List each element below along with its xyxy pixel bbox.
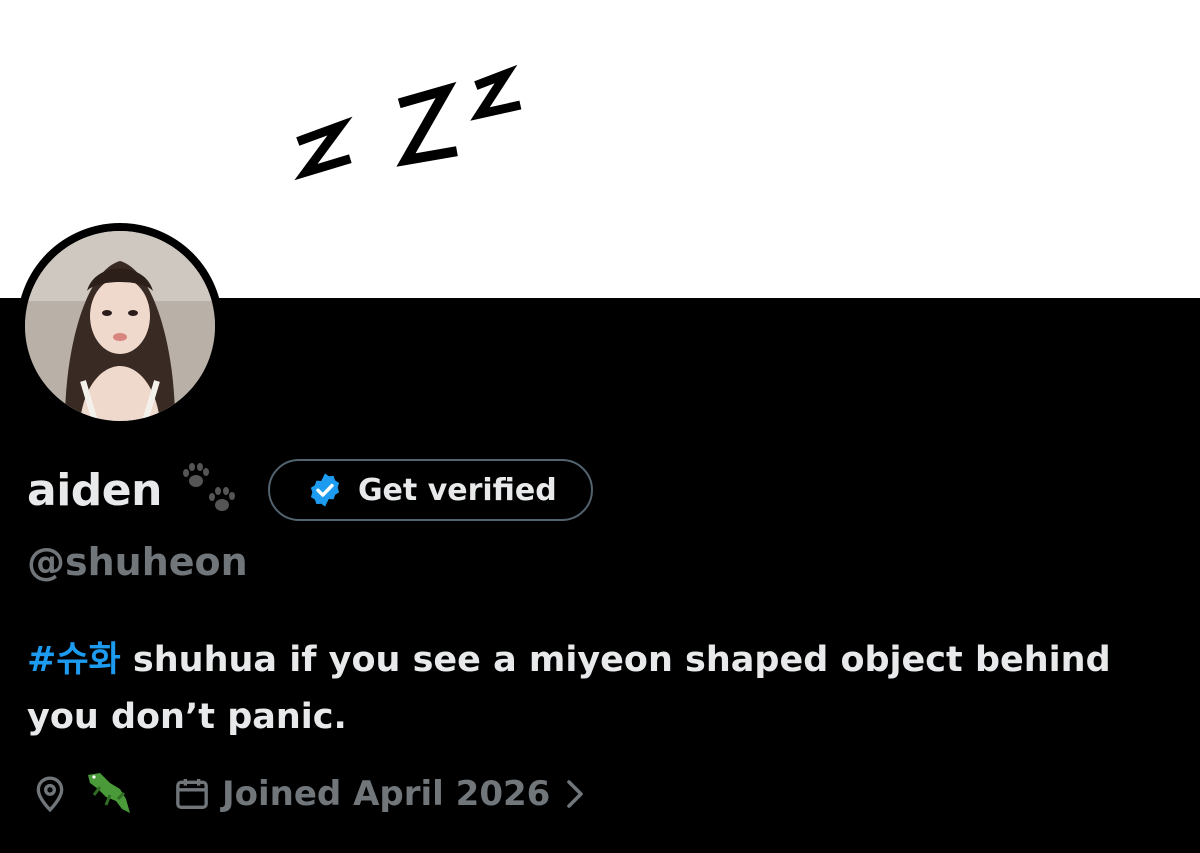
bio-text: shuhua if you see a miyeon shaped object… [27, 640, 1111, 737]
location [30, 769, 134, 819]
verified-badge-icon [310, 473, 340, 507]
paw-prints-icon [182, 463, 235, 511]
joined-text: Joined April 2026 [222, 774, 551, 814]
chevron-right-icon [567, 780, 584, 808]
joined-date[interactable]: Joined April 2026 [172, 774, 586, 814]
location-pin-icon [36, 776, 64, 813]
calendar-icon [176, 779, 208, 809]
display-name: aiden [27, 464, 162, 516]
user-handle: @shuheon [27, 540, 248, 584]
get-verified-button[interactable]: Get verified [267, 459, 593, 521]
profile-bio: #슈화 shuhua if you see a miyeon shaped ob… [27, 632, 1127, 746]
bio-hashtag-link[interactable]: #슈화 [27, 640, 121, 680]
avatar-photo [25, 231, 215, 421]
get-verified-label: Get verified [357, 472, 557, 508]
name-row: aiden Get verified [27, 456, 593, 524]
sleeping-zzz-icon [294, 64, 522, 181]
crocodile-icon [88, 773, 130, 813]
profile-meta-row: Joined April 2026 [30, 766, 586, 822]
avatar[interactable] [25, 231, 215, 421]
